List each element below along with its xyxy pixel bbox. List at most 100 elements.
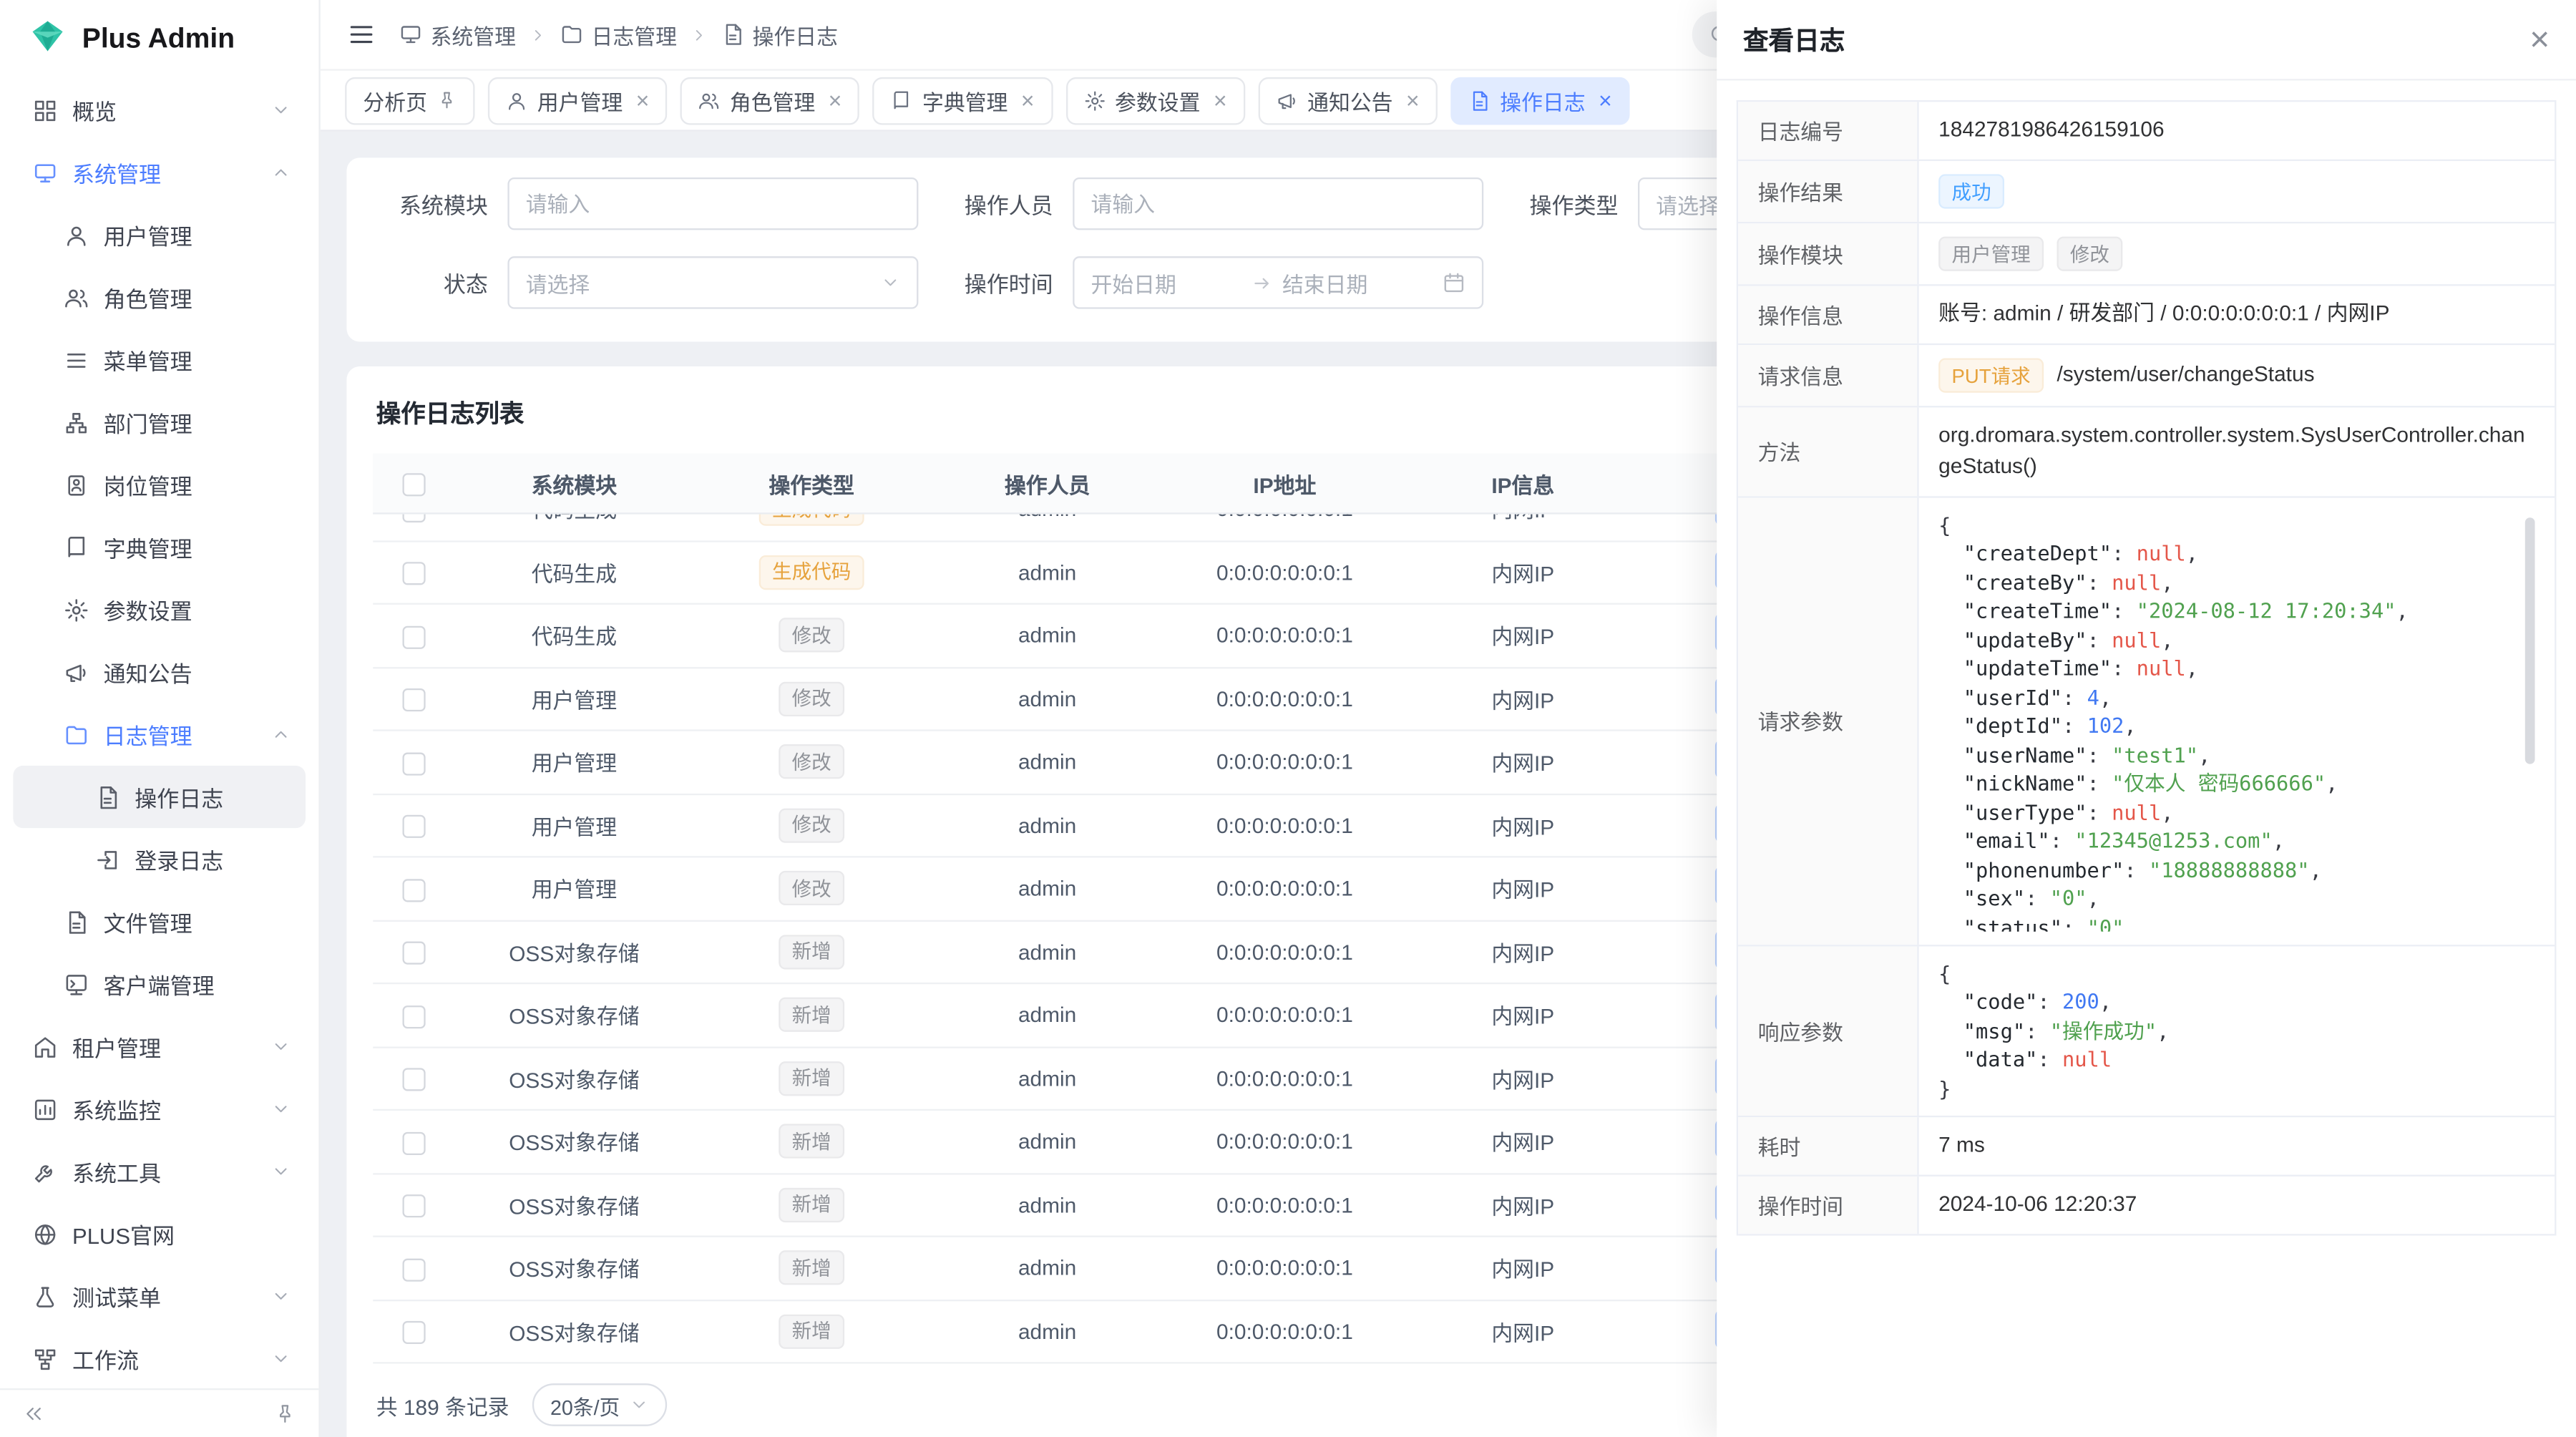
sidebar-item[interactable]: 岗位管理 <box>13 454 306 516</box>
ip-cell: 0:0:0:0:0:0:0:1 <box>1165 750 1405 774</box>
tab-active[interactable]: 操作日志× <box>1450 77 1630 125</box>
tab-close-icon[interactable]: × <box>1599 89 1612 112</box>
calendar-icon <box>1443 271 1465 294</box>
tab-close-icon[interactable]: × <box>1214 89 1227 112</box>
collapse-sidebar-icon[interactable] <box>23 1403 44 1425</box>
tab-item[interactable]: 通知公告× <box>1258 77 1438 125</box>
sidebar-item[interactable]: 租户管理 <box>13 1015 306 1078</box>
sidebar-item[interactable]: 通知公告 <box>13 640 306 703</box>
sidebar-item[interactable]: PLUS官网 <box>13 1203 306 1265</box>
breadcrumb-item[interactable]: 操作日志 <box>721 19 838 50</box>
sidebar-item[interactable]: 角色管理 <box>13 266 306 328</box>
tab-item[interactable]: 字典管理 × <box>873 77 1053 125</box>
field-label: 请求信息 <box>1738 345 1919 406</box>
sidebar-item[interactable]: 文件管理 <box>13 890 306 953</box>
select-all-checkbox[interactable] <box>402 473 425 496</box>
ip-info-cell: 内网IP <box>1405 936 1641 968</box>
chart-icon <box>33 1097 57 1121</box>
ip-info-cell: 内网IP <box>1405 999 1641 1031</box>
row-checkbox[interactable] <box>402 1194 425 1217</box>
tab-close-icon[interactable]: × <box>636 89 650 112</box>
row-checkbox[interactable] <box>402 878 425 901</box>
operation-type-tag: 新增 <box>779 1187 844 1222</box>
row-checkbox[interactable] <box>402 1321 425 1344</box>
filter-input[interactable] <box>507 177 918 230</box>
code-block[interactable]: { "createDept": null, "createBy": null, … <box>1938 510 2534 931</box>
row-checkbox[interactable] <box>402 625 425 648</box>
field-value: org.dromara.system.controller.system.Sys… <box>1919 407 2555 495</box>
row-checkbox[interactable] <box>402 688 425 711</box>
row-checkbox[interactable] <box>402 751 425 774</box>
module-cell: 用户管理 <box>455 809 693 841</box>
close-icon[interactable]: × <box>2529 22 2550 57</box>
filter-daterange[interactable]: 开始日期结束日期 <box>1073 256 1483 308</box>
row-checkbox[interactable] <box>402 562 425 585</box>
row-checkbox[interactable] <box>402 1005 425 1028</box>
tab-item[interactable]: 用户管理× <box>488 77 668 125</box>
filter-input[interactable] <box>1073 177 1483 230</box>
text-input[interactable] <box>1091 191 1465 215</box>
app-logo[interactable]: Plus Admin <box>0 0 318 79</box>
operation-type-cell: 新增 <box>693 935 930 969</box>
row-checkbox[interactable] <box>402 815 425 838</box>
hamburger-menu-icon[interactable] <box>346 20 376 49</box>
operation-type-tag: 修改 <box>779 681 844 716</box>
operation-type-cell: 修改 <box>693 745 930 779</box>
sidebar-item[interactable]: 概览 <box>13 79 306 141</box>
ip-info-cell: 内网IP <box>1405 1063 1641 1094</box>
sidebar-item[interactable]: 日志管理 <box>13 703 306 766</box>
row-checkbox[interactable] <box>402 1068 425 1091</box>
operation-type-cell: 新增 <box>693 1251 930 1285</box>
sidebar-item[interactable]: 参数设置 <box>13 578 306 640</box>
code-block[interactable]: { "code": 200, "msg": "操作成功", "data": nu… <box>1938 959 2534 1103</box>
sidebar-item[interactable]: 菜单管理 <box>13 328 306 391</box>
row-checkbox[interactable] <box>402 515 425 522</box>
pin-sidebar-icon[interactable] <box>274 1403 296 1425</box>
checkbox-cell <box>373 560 455 585</box>
filter-select[interactable]: 请选择 <box>507 256 918 308</box>
sidebar-item[interactable]: 系统监控 <box>13 1078 306 1140</box>
breadcrumb-item[interactable]: 系统管理 <box>399 19 516 50</box>
field-label: 操作时间 <box>1738 1177 1919 1234</box>
sidebar-item[interactable]: 用户管理 <box>13 204 306 266</box>
sidebar-item-label: 字典管理 <box>104 531 192 564</box>
tab-close-icon[interactable]: × <box>829 89 842 112</box>
module-cell: OSS对象存储 <box>455 936 693 968</box>
tab-label: 字典管理 <box>922 84 1008 116</box>
sidebar-item[interactable]: 工作流 <box>13 1328 306 1388</box>
sidebar-item[interactable]: 登录日志 <box>13 828 306 890</box>
sidebar-item[interactable]: 客户端管理 <box>13 953 306 1015</box>
total-records: 共 189 条记录 <box>376 1389 509 1421</box>
operation-type-cell: 修改 <box>693 618 930 653</box>
tab-item[interactable]: 角色管理× <box>680 77 860 125</box>
sidebar-item[interactable]: 部门管理 <box>13 391 306 453</box>
field-value: { "createDept": null, "createBy": null, … <box>1919 497 2555 944</box>
tab-item[interactable]: 参数设置× <box>1065 77 1245 125</box>
sidebar-item[interactable]: 测试菜单 <box>13 1265 306 1328</box>
filter-field: 操作人员 <box>955 177 1483 230</box>
chevron-right-icon <box>529 26 547 44</box>
column-header: IP地址 <box>1165 467 1405 499</box>
sidebar-item-label: 参数设置 <box>104 593 192 626</box>
users-icon <box>64 285 89 309</box>
sidebar-item[interactable]: 系统工具 <box>13 1140 306 1202</box>
chevron-down-icon <box>271 1161 291 1182</box>
scrollbar-thumb[interactable] <box>2525 517 2535 763</box>
checkbox-cell <box>373 939 455 965</box>
tab-item[interactable]: 分析页 <box>345 77 474 125</box>
operation-type-tag: 修改 <box>779 871 844 905</box>
breadcrumb-item[interactable]: 日志管理 <box>560 19 677 50</box>
row-checkbox[interactable] <box>402 1258 425 1281</box>
operator-cell: admin <box>930 750 1164 774</box>
sidebar-item[interactable]: 字典管理 <box>13 516 306 578</box>
tab-close-icon[interactable]: × <box>1406 89 1420 112</box>
row-checkbox[interactable] <box>402 1131 425 1154</box>
sidebar-item[interactable]: 系统管理 <box>13 141 306 203</box>
ip-info-cell: 内网IP <box>1405 1252 1641 1284</box>
text-input[interactable] <box>526 191 900 215</box>
sidebar-item[interactable]: 操作日志 <box>13 766 306 828</box>
page-size-select[interactable]: 20条/页 <box>532 1383 668 1426</box>
row-checkbox[interactable] <box>402 942 425 965</box>
tab-close-icon[interactable]: × <box>1021 89 1035 112</box>
filter-label: 操作人员 <box>955 187 1053 220</box>
